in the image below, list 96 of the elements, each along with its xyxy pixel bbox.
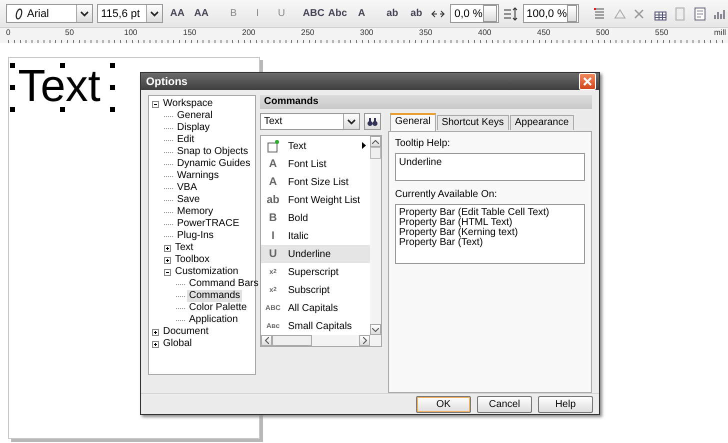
tree-item[interactable]: Global [161,338,194,350]
command-item[interactable]: U Underline [261,245,370,263]
tree-item[interactable]: Snap to Objects [175,146,250,158]
field-label: Currently Available On: [395,189,498,200]
tree-item[interactable]: Plug-Ins [175,230,216,242]
toolbar-button[interactable]: Abc [328,4,348,24]
tree-item[interactable]: Customization [173,266,240,278]
tree-item[interactable]: Command Bars [187,278,260,290]
command-glyph: A [268,158,278,170]
tree-item[interactable]: Memory [175,206,216,218]
tab[interactable]: Appearance [510,115,574,130]
command-item[interactable]: A Font Size List [261,173,370,191]
tree-item[interactable]: Display [175,122,212,134]
ruler-label: 300 [360,28,374,39]
dialog-title: Options [146,76,188,88]
tree-item[interactable]: Document [161,326,211,338]
command-item[interactable]: B Bold [261,209,370,227]
expand-icon[interactable] [152,340,159,348]
ruler-label: 50 [65,28,75,39]
ruler-label: 0 [6,28,12,39]
tree-item[interactable]: General [175,110,215,122]
expand-icon[interactable] [164,244,171,252]
close-button[interactable] [579,73,596,90]
tree-item[interactable]: Application [187,314,240,326]
dialog-button[interactable]: Cancel [477,396,532,412]
font-type-icon [14,8,24,20]
command-glyph: U [268,248,278,260]
frame-icon[interactable] [692,6,708,22]
toolbar-button[interactable]: AA [167,4,188,24]
close-icon [583,77,592,86]
toolbar-button[interactable]: AA [191,4,212,24]
command-glyph: A [268,176,278,188]
ruler-label: 250 [301,28,316,39]
expand-icon[interactable] [152,328,159,336]
ruler-label: 550 [655,28,670,39]
tooltip-field[interactable]: Underline [395,153,585,181]
tab[interactable]: Shortcut Keys [436,115,509,130]
ruler-label: 100 [124,28,138,39]
command-item[interactable]: A Font List [261,155,370,173]
tab[interactable]: General [390,113,436,131]
list-item: Property Bar (HTML Text) [399,218,512,228]
field-label: Tooltip Help: [395,138,452,149]
dialog-button[interactable]: OK [416,396,471,412]
character-spacing-field[interactable]: 0,0 % [450,4,498,23]
tree-item[interactable]: Edit [175,134,196,146]
tree-item[interactable]: Warnings [175,170,221,182]
line-spacing-field[interactable]: 100,0 % [522,4,578,23]
ruler-label: 200 [242,28,256,39]
section-header: Commands [260,95,592,109]
command-glyph: ab [266,194,280,206]
caret-icon [347,118,356,124]
ruler-label: 350 [419,28,434,39]
caret-icon [80,10,89,16]
tree-item[interactable]: PowerTRACE [175,218,242,230]
horizontal-scrollbar[interactable] [261,335,381,346]
command-item[interactable]: I Italic [261,227,370,245]
toolbar-button[interactable]: ABC [304,4,324,24]
scrollbar-thumb[interactable] [272,335,312,346]
ruler-label: 400 [478,28,492,39]
tree-item[interactable]: Color Palette [187,302,249,314]
command-item[interactable]: ab Font Weight List [261,191,370,209]
tree-item[interactable]: Toolbox [173,254,212,266]
toolbar-button[interactable]: ab [406,4,426,24]
collapse-icon[interactable] [152,100,159,108]
binoculars-icon [367,116,378,126]
ruler-label: 500 [596,28,610,39]
caret-icon [150,10,160,16]
find-button[interactable] [364,113,381,130]
tree-item[interactable]: Commands [187,290,242,302]
submenu-arrow-icon [362,142,366,149]
ruler-label: 450 [537,28,552,39]
vertical-scrollbar[interactable] [370,136,381,335]
toolbar-button[interactable]: A [352,4,372,24]
command-item[interactable]: Text [261,137,370,155]
list-item: Property Bar (Kerning text) [399,228,519,238]
selection-handles-drawing[interactable] [10,63,116,113]
collapse-icon[interactable] [164,268,171,276]
tree-item[interactable]: Save [175,194,202,206]
font-dropdown[interactable]: Arial [6,4,93,23]
tree-item[interactable]: Text [173,242,196,254]
ruler-label: 150 [183,28,198,39]
tree-item[interactable]: Workspace [161,98,215,110]
command-glyph: B [268,212,278,224]
tree-item[interactable]: VBA [175,182,200,194]
tree-item[interactable]: Dynamic Guides [175,158,252,170]
toolbar-button[interactable]: ab [382,4,402,24]
ruler-unit: mill [714,28,727,39]
scrollbar-thumb[interactable] [370,147,381,159]
expand-icon[interactable] [164,256,171,264]
category-dropdown[interactable]: Text [260,113,360,130]
font-size-dropdown[interactable]: 115,6 pt [96,4,164,23]
command-glyph: I [270,230,276,242]
list-item: Property Bar (Edit Table Cell Text) [399,208,550,218]
line-spacing-icon[interactable] [502,6,518,22]
dialog-button[interactable]: Help [538,396,593,412]
list-item: Property Bar (Text) [399,238,483,248]
